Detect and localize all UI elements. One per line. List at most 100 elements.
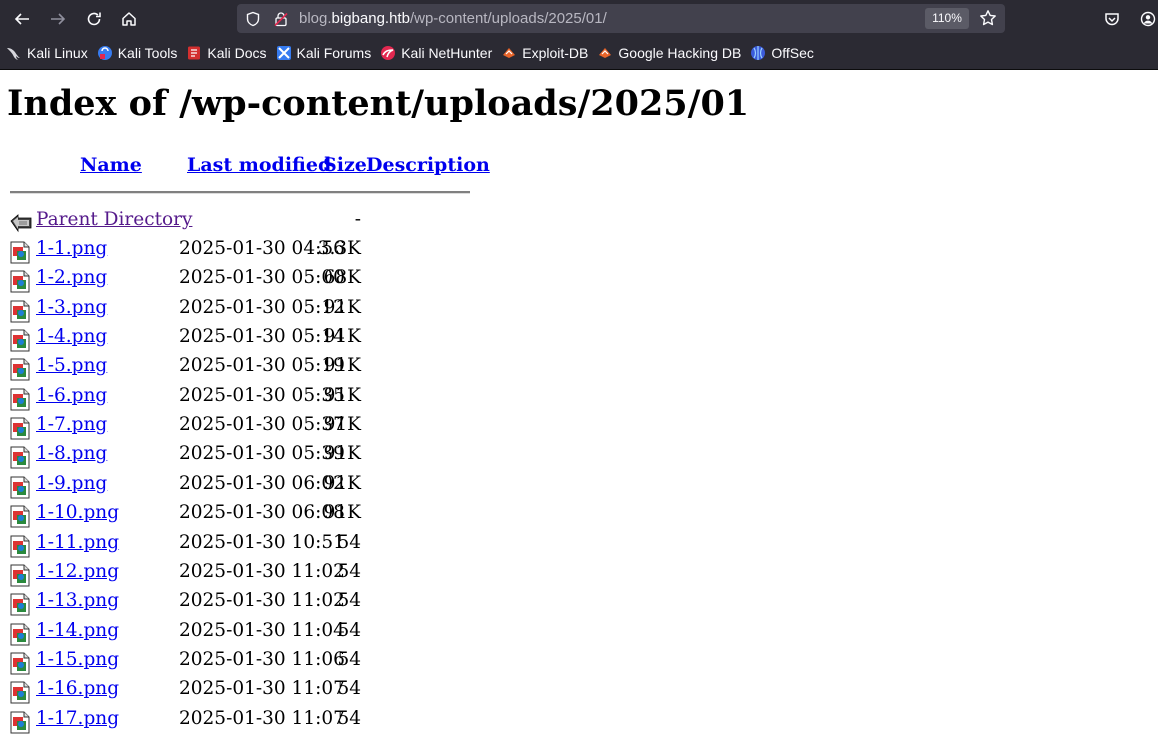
image-file-icon [10, 476, 30, 504]
file-row: 1-15.png 2025-01-30 11:06 54 [7, 649, 607, 678]
reload-icon [87, 12, 101, 26]
image-file-icon [10, 711, 30, 739]
image-file-icon [10, 417, 30, 445]
file-link[interactable]: 1-17.png [36, 708, 119, 729]
home-button[interactable] [116, 6, 142, 32]
reload-button[interactable] [81, 6, 107, 32]
image-file-icon [10, 358, 30, 386]
file-size: 91K [323, 472, 361, 494]
file-link[interactable]: 1-11.png [36, 532, 119, 553]
header-divider [10, 191, 470, 194]
insecure-lock-icon[interactable] [273, 11, 289, 27]
forward-button[interactable] [45, 6, 71, 32]
file-size: 91K [323, 326, 361, 348]
file-size: 91K [323, 502, 361, 524]
file-link[interactable]: 1-5.png [36, 355, 107, 376]
file-size: 54 [337, 619, 361, 641]
kali-docs-icon [186, 45, 202, 61]
bookmark-kali-forums[interactable]: Kali Forums [276, 45, 372, 61]
column-header-name[interactable]: Name [80, 154, 142, 176]
file-link[interactable]: 1-1.png [36, 238, 107, 259]
kali-forums-icon [276, 45, 292, 61]
file-row: 1-16.png 2025-01-30 11:07 54 [7, 678, 607, 707]
bookmark-google-hacking-db[interactable]: Google Hacking DB [597, 45, 741, 61]
file-link[interactable]: 1-4.png [36, 326, 107, 347]
browser-toolbar: blog.bigbang.htb/wp-content/uploads/2025… [0, 0, 1158, 37]
parent-directory-row: Parent Directory - [7, 209, 607, 238]
bookmark-kali-linux[interactable]: Kali Linux [6, 45, 88, 61]
file-link[interactable]: 1-7.png [36, 414, 107, 435]
file-size: 91K [323, 443, 361, 465]
file-row: 1-2.png 2025-01-30 05:00 68K [7, 267, 607, 296]
tracking-shield-icon[interactable] [245, 11, 261, 27]
bookmark-label: Google Hacking DB [618, 45, 742, 61]
file-size: 91K [323, 355, 361, 377]
file-row: 1-7.png 2025-01-30 05:37 91K [7, 414, 607, 443]
bookmark-label: Kali Forums [296, 45, 372, 61]
file-size: 54 [337, 678, 361, 700]
zoom-level-button[interactable]: 110% [925, 8, 969, 29]
bookmark-exploit-db[interactable]: Exploit-DB [501, 45, 588, 61]
file-link[interactable]: 1-12.png [36, 561, 119, 582]
image-file-icon [10, 329, 30, 357]
back-button[interactable] [9, 6, 35, 32]
file-size: 91K [323, 384, 361, 406]
kali-nethunter-icon [380, 45, 396, 61]
file-link[interactable]: 1-8.png [36, 443, 107, 464]
file-row: 1-5.png 2025-01-30 05:19 91K [7, 355, 607, 384]
bookmark-kali-docs[interactable]: Kali Docs [186, 45, 267, 61]
file-link[interactable]: 1-9.png [36, 473, 107, 494]
exploit-db-icon [501, 45, 517, 61]
bookmark-label: OffSec [771, 45, 814, 61]
column-header-description[interactable]: Description [366, 154, 490, 176]
account-button[interactable] [1135, 6, 1158, 32]
ghdb-icon [597, 45, 613, 61]
file-link[interactable]: 1-16.png [36, 678, 119, 699]
file-row: 1-13.png 2025-01-30 11:02 54 [7, 590, 607, 619]
file-size: 68K [323, 267, 361, 289]
file-size: 54 [337, 560, 361, 582]
image-file-icon [10, 652, 30, 680]
file-size: 91K [323, 296, 361, 318]
file-size: 54 [337, 707, 361, 729]
bookmark-label: Kali NetHunter [401, 45, 493, 61]
file-row: 1-9.png 2025-01-30 06:02 91K [7, 473, 607, 502]
url-path: /wp-content/uploads/2025/01/ [409, 10, 607, 27]
pocket-button[interactable] [1099, 6, 1125, 32]
image-file-icon [10, 388, 30, 416]
column-header-last-modified[interactable]: Last modified [187, 154, 331, 176]
file-link[interactable]: 1-15.png [36, 649, 119, 670]
file-row: 1-4.png 2025-01-30 05:14 91K [7, 326, 607, 355]
bookmarks-toolbar: Kali Linux Kali Tools Kali Docs Kali For… [0, 37, 1158, 70]
bookmark-star-icon[interactable] [979, 9, 997, 27]
file-row: 1-10.png 2025-01-30 06:08 91K [7, 502, 607, 531]
file-link[interactable]: 1-13.png [36, 590, 119, 611]
url-prefix: blog. [299, 10, 332, 27]
arrow-right-icon [51, 13, 66, 25]
file-link[interactable]: 1-3.png [36, 297, 107, 318]
kali-dragon-icon [6, 45, 22, 61]
image-file-icon [10, 300, 30, 328]
image-file-icon [10, 535, 30, 563]
image-file-icon [10, 681, 30, 709]
bookmark-offsec[interactable]: OffSec [750, 45, 814, 61]
bookmark-kali-tools[interactable]: Kali Tools [97, 45, 177, 61]
url-text[interactable]: blog.bigbang.htb/wp-content/uploads/2025… [299, 4, 607, 33]
file-link[interactable]: 1-10.png [36, 502, 119, 523]
file-row: 1-14.png 2025-01-30 11:04 54 [7, 620, 607, 649]
file-link[interactable]: 1-2.png [36, 267, 107, 288]
file-size: 54 [337, 531, 361, 553]
image-file-icon [10, 241, 30, 269]
image-file-icon [10, 505, 30, 533]
file-link[interactable]: 1-14.png [36, 620, 119, 641]
address-bar[interactable]: blog.bigbang.htb/wp-content/uploads/2025… [237, 4, 1005, 33]
parent-directory-size: - [354, 209, 361, 230]
bookmark-kali-nethunter[interactable]: Kali NetHunter [380, 45, 492, 61]
column-header-size[interactable]: Size [323, 154, 367, 176]
url-host: bigbang.htb [331, 10, 410, 27]
file-row: 1-11.png 2025-01-30 10:51 54 [7, 532, 607, 561]
parent-directory-link[interactable]: Parent Directory [36, 209, 192, 230]
file-row: 1-8.png 2025-01-30 05:39 91K [7, 443, 607, 472]
file-link[interactable]: 1-6.png [36, 385, 107, 406]
bookmark-label: Kali Linux [27, 45, 88, 61]
